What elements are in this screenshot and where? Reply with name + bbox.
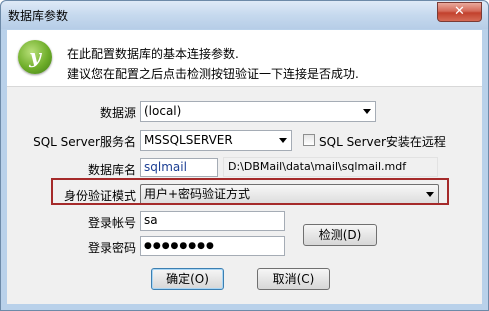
chevron-down-icon <box>363 109 371 114</box>
ok-button[interactable]: 确定(O) <box>151 268 224 290</box>
database-path-field: D:\DBMail\data\mail\sqlmail.mdf <box>223 157 438 177</box>
auth-mode-highlight-frame <box>51 178 449 205</box>
header-description-line1: 在此配置数据库的基本连接参数. <box>67 47 239 61</box>
cancel-button[interactable]: 取消(C) <box>257 268 330 290</box>
title-bar[interactable]: 数据库参数 ✕ <box>1 1 488 29</box>
password-input[interactable]: ●●●●●●●● <box>140 236 285 256</box>
test-connection-button[interactable]: 检测(D) <box>303 224 377 246</box>
database-name-label: 数据库名 <box>87 163 136 177</box>
login-account-input[interactable]: sa <box>140 211 285 231</box>
app-logo-glyph: y <box>29 44 41 68</box>
app-logo-icon: y <box>18 40 52 74</box>
close-icon: ✕ <box>454 4 465 19</box>
close-button[interactable]: ✕ <box>437 2 482 22</box>
datasource-value: (local) <box>144 104 182 118</box>
service-name-combobox[interactable]: MSSQLSERVER <box>140 130 292 151</box>
header-description-line2: 建议您在配置之后点击检测按钮验证一下连接是否成功. <box>67 67 359 81</box>
window-title: 数据库参数 <box>8 9 69 23</box>
service-name-label: SQL Server服务名 <box>33 135 136 149</box>
datasource-label: 数据源 <box>99 106 136 120</box>
datasource-combobox[interactable]: (local) <box>140 101 376 122</box>
remote-server-label[interactable]: SQL Server安装在远程 <box>319 133 446 150</box>
dialog-header: y 在此配置数据库的基本连接参数. 建议您在配置之后点击检测按钮验证一下连接是否… <box>7 30 482 87</box>
chevron-down-icon <box>279 138 287 143</box>
service-name-value: MSSQLSERVER <box>144 133 233 147</box>
login-account-label: 登录帐号 <box>87 216 136 230</box>
password-label: 登录密码 <box>87 241 136 255</box>
dialog-window: 数据库参数 ✕ y 在此配置数据库的基本连接参数. 建议您在配置之后点击检测按钮… <box>0 0 489 311</box>
remote-server-checkbox[interactable] <box>303 134 315 146</box>
database-name-input[interactable]: sqlmail <box>140 158 218 177</box>
